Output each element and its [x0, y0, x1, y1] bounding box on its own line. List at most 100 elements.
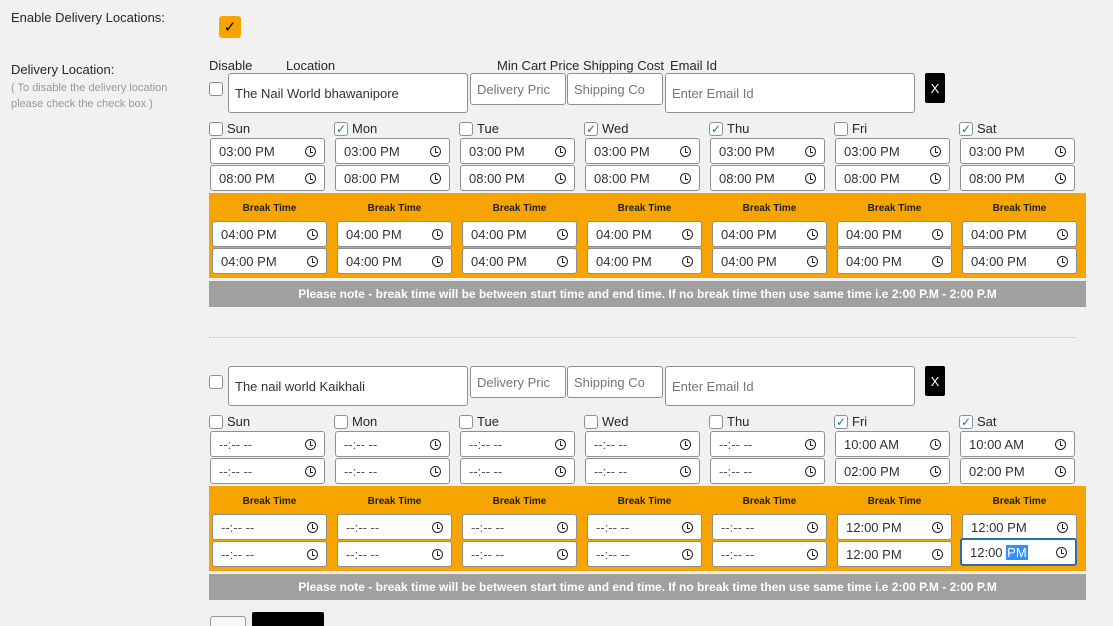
day-sat[interactable]: ✓ Sat	[959, 414, 997, 429]
location-name-input[interactable]: The nail world Kaikhali	[228, 366, 468, 406]
end-time-input[interactable]: 02:00 PM	[835, 458, 950, 484]
day-checkbox[interactable]	[709, 414, 723, 429]
start-time-input[interactable]: --:-- --	[585, 431, 700, 457]
break-start-input[interactable]: --:-- --	[462, 514, 577, 540]
location-name-input[interactable]: The Nail World bhawanipore	[228, 73, 468, 113]
day-checkbox[interactable]	[584, 414, 598, 429]
start-time-input[interactable]: --:-- --	[710, 431, 825, 457]
day-fri[interactable]: ✓ Fri	[834, 414, 867, 429]
day-checkbox[interactable]: ✓	[334, 121, 348, 136]
break-start-input[interactable]: --:-- --	[587, 514, 702, 540]
day-thu[interactable]: Thu	[709, 414, 749, 429]
break-start-input[interactable]: --:-- --	[337, 514, 452, 540]
break-start-input[interactable]: 04:00 PM	[587, 221, 702, 247]
day-mon[interactable]: Mon	[334, 414, 377, 429]
break-end-input[interactable]: 04:00 PM	[962, 248, 1077, 274]
remove-location-button[interactable]: X	[925, 366, 945, 396]
min-cart-input[interactable]: Delivery Pric	[470, 366, 566, 398]
disable-checkbox[interactable]	[209, 375, 223, 389]
save-button[interactable]	[252, 612, 324, 626]
day-checkbox[interactable]	[334, 414, 348, 429]
day-checkbox[interactable]: ✓	[959, 121, 973, 136]
break-start-input[interactable]: 04:00 PM	[462, 221, 577, 247]
break-end-input[interactable]: 12:00 PM	[837, 541, 952, 567]
break-end-input[interactable]: 04:00 PM	[587, 248, 702, 274]
break-start-input[interactable]: 04:00 PM	[837, 221, 952, 247]
break-start-input[interactable]: 04:00 PM	[212, 221, 327, 247]
break-end-input[interactable]: 04:00 PM	[462, 248, 577, 274]
day-checkbox[interactable]: ✓	[584, 121, 598, 136]
day-checkbox[interactable]	[834, 121, 848, 136]
start-time-input[interactable]: --:-- --	[210, 431, 325, 457]
break-end-input[interactable]: 04:00 PM	[712, 248, 827, 274]
end-time-input[interactable]: --:-- --	[585, 458, 700, 484]
break-end-input[interactable]: --:-- --	[337, 541, 452, 567]
start-time-input[interactable]: 10:00 AM	[960, 431, 1075, 457]
start-time-input[interactable]: 03:00 PM	[710, 138, 825, 164]
break-end-input[interactable]: --:-- --	[587, 541, 702, 567]
enable-delivery-checkbox[interactable]: ✓	[219, 16, 241, 38]
shipping-cost-input[interactable]: Shipping Co	[567, 73, 663, 105]
break-start-input[interactable]: --:-- --	[212, 514, 327, 540]
end-time-input[interactable]: 02:00 PM	[960, 458, 1075, 484]
day-tue[interactable]: Tue	[459, 121, 499, 136]
break-end-input[interactable]: 04:00 PM	[337, 248, 452, 274]
break-end-input[interactable]: --:-- --	[462, 541, 577, 567]
email-input[interactable]: Enter Email Id	[665, 73, 915, 113]
day-sat[interactable]: ✓ Sat	[959, 121, 997, 136]
end-time-input[interactable]: 08:00 PM	[960, 165, 1075, 191]
end-time-input[interactable]: 08:00 PM	[210, 165, 325, 191]
end-time-input[interactable]: 08:00 PM	[585, 165, 700, 191]
day-checkbox[interactable]: ✓	[834, 414, 848, 429]
end-time-input[interactable]: --:-- --	[335, 458, 450, 484]
break-end-input[interactable]: 04:00 PM	[837, 248, 952, 274]
start-time-input[interactable]: 03:00 PM	[210, 138, 325, 164]
start-time-input[interactable]: --:-- --	[460, 431, 575, 457]
end-time-input[interactable]: --:-- --	[710, 458, 825, 484]
start-time-input[interactable]: 10:00 AM	[835, 431, 950, 457]
day-checkbox[interactable]: ✓	[709, 121, 723, 136]
end-time-input[interactable]: 08:00 PM	[335, 165, 450, 191]
day-checkbox[interactable]	[459, 414, 473, 429]
start-time-input[interactable]: 03:00 PM	[335, 138, 450, 164]
break-start-input[interactable]: --:-- --	[712, 514, 827, 540]
day-checkbox[interactable]	[209, 414, 223, 429]
break-end-input[interactable]: --:-- --	[212, 541, 327, 567]
end-time-input[interactable]: 08:00 PM	[835, 165, 950, 191]
day-checkbox[interactable]: ✓	[959, 414, 973, 429]
break-end-input[interactable]: 04:00 PM	[212, 248, 327, 274]
day-sun[interactable]: Sun	[209, 414, 250, 429]
start-time-input[interactable]: 03:00 PM	[585, 138, 700, 164]
break-end-input[interactable]: --:-- --	[712, 541, 827, 567]
end-time-input[interactable]: --:-- --	[460, 458, 575, 484]
break-start-input[interactable]: 04:00 PM	[337, 221, 452, 247]
day-tue[interactable]: Tue	[459, 414, 499, 429]
break-start-input[interactable]: 04:00 PM	[712, 221, 827, 247]
time-value: 03:00 PM	[219, 143, 275, 159]
end-time-input[interactable]: 08:00 PM	[460, 165, 575, 191]
day-checkbox[interactable]	[459, 121, 473, 136]
start-time-input[interactable]: 03:00 PM	[460, 138, 575, 164]
day-mon[interactable]: ✓ Mon	[334, 121, 377, 136]
break-start-input[interactable]: 04:00 PM	[962, 221, 1077, 247]
email-input[interactable]: Enter Email Id	[665, 366, 915, 406]
disable-checkbox[interactable]	[209, 82, 223, 96]
add-location-button[interactable]	[210, 616, 246, 626]
day-checkbox[interactable]	[209, 121, 223, 136]
break-end-input[interactable]: 12:00 PM	[960, 538, 1077, 566]
remove-location-button[interactable]: X	[925, 73, 945, 103]
break-start-input[interactable]: 12:00 PM	[962, 514, 1077, 540]
start-time-input[interactable]: --:-- --	[335, 431, 450, 457]
day-wed[interactable]: ✓ Wed	[584, 121, 629, 136]
start-time-input[interactable]: 03:00 PM	[960, 138, 1075, 164]
day-sun[interactable]: Sun	[209, 121, 250, 136]
shipping-cost-input[interactable]: Shipping Co	[567, 366, 663, 398]
day-thu[interactable]: ✓ Thu	[709, 121, 749, 136]
end-time-input[interactable]: 08:00 PM	[710, 165, 825, 191]
end-time-input[interactable]: --:-- --	[210, 458, 325, 484]
start-time-input[interactable]: 03:00 PM	[835, 138, 950, 164]
day-fri[interactable]: Fri	[834, 121, 867, 136]
day-wed[interactable]: Wed	[584, 414, 629, 429]
min-cart-input[interactable]: Delivery Pric	[470, 73, 566, 105]
break-start-input[interactable]: 12:00 PM	[837, 514, 952, 540]
